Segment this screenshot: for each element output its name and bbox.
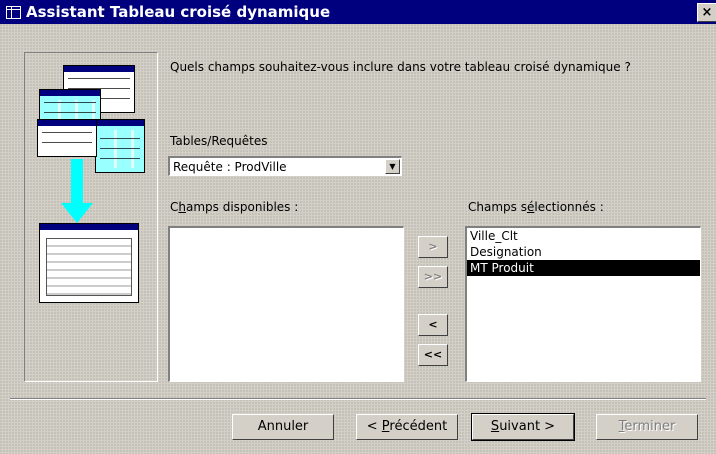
previous-button[interactable]: < Précédent (356, 414, 458, 440)
title-bar[interactable]: Assistant Tableau croisé dynamique × (0, 0, 716, 24)
list-item-ville-clt[interactable]: Ville_Clt (467, 228, 700, 244)
window-title: Assistant Tableau croisé dynamique (26, 3, 331, 21)
prompt-text: Quels champs souhaitez-vous inclure dans… (170, 60, 631, 74)
table-sheet-icon (95, 119, 145, 173)
window-icon[interactable] (6, 6, 21, 19)
table-sheet-icon (37, 119, 97, 157)
down-arrow-icon (71, 159, 83, 205)
tables-combobox-value: Requête : ProdVille (173, 160, 287, 174)
list-item-designation[interactable]: Designation (467, 244, 700, 260)
remove-field-button[interactable]: < (418, 314, 448, 336)
tables-combobox[interactable]: Requête : ProdVille ▼ (168, 156, 402, 176)
cancel-button[interactable]: Annuler (232, 414, 334, 440)
wizard-illustration (24, 52, 158, 382)
add-field-button[interactable]: > (418, 236, 448, 258)
remove-all-fields-button[interactable]: << (418, 344, 448, 366)
next-button[interactable]: Suivant > (471, 413, 575, 441)
pivot-table-icon (39, 223, 139, 303)
finish-button[interactable]: Terminer (596, 414, 698, 440)
chevron-down-icon[interactable]: ▼ (385, 159, 400, 174)
arrow-head-icon (61, 203, 93, 223)
selected-fields-list[interactable]: Ville_Clt Designation MT Produit (465, 226, 701, 382)
available-fields-label: Champs disponibles : (170, 200, 299, 214)
list-item-mt-produit[interactable]: MT Produit (467, 260, 700, 276)
wizard-window: Assistant Tableau croisé dynamique × Que… (0, 0, 716, 454)
available-fields-list[interactable] (168, 226, 404, 382)
add-all-fields-button[interactable]: >> (418, 266, 448, 288)
selected-fields-label: Champs sélectionnés : (468, 200, 604, 214)
footer-separator (10, 398, 706, 400)
tables-label: Tables/Requêtes (170, 134, 268, 148)
close-button[interactable]: × (697, 3, 716, 22)
